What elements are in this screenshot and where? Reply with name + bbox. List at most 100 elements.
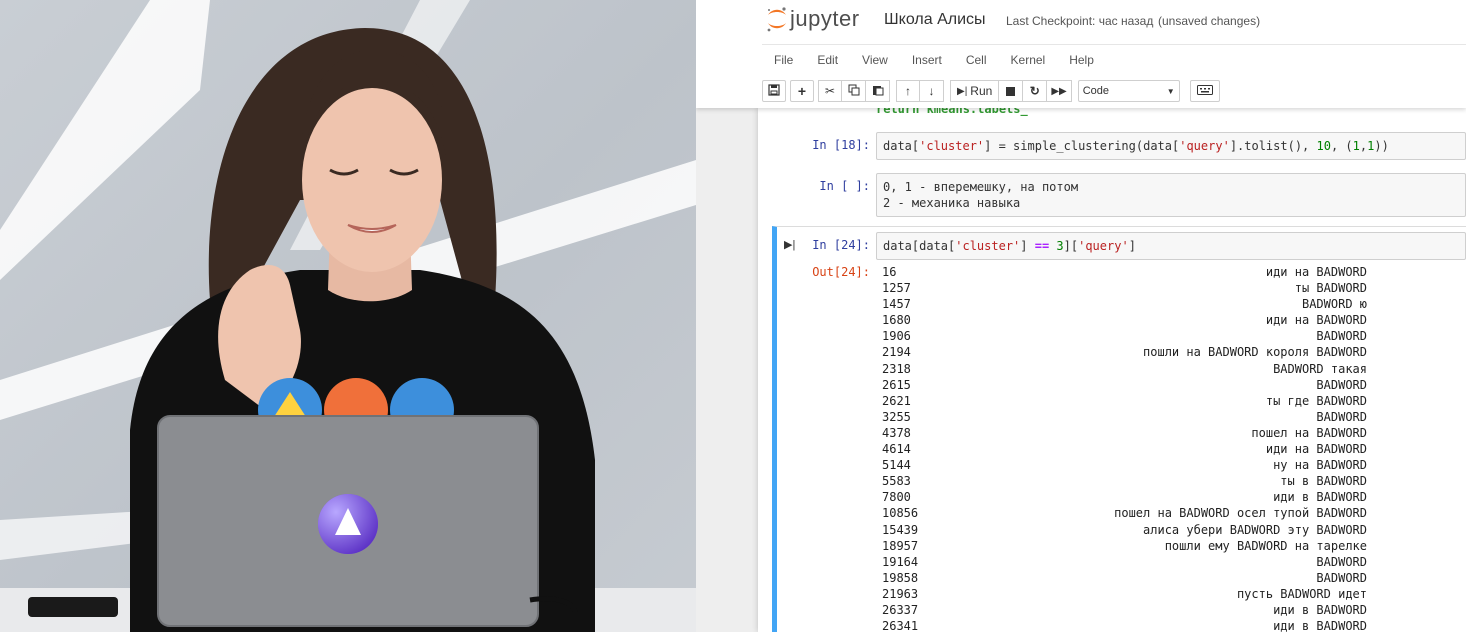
row-query: BADWORD	[1316, 409, 1367, 424]
row-index: 7800	[882, 490, 911, 505]
row-index: 21963	[882, 586, 919, 601]
jupyter-logo-icon	[766, 5, 788, 33]
row-query: пошел на BADWORD осел тупой BADWORD	[1114, 506, 1367, 521]
interrupt-kernel-button[interactable]	[999, 80, 1024, 102]
cut-button[interactable]: ✂	[818, 80, 842, 102]
copy-button[interactable]	[842, 80, 866, 102]
row-index: 26337	[882, 602, 919, 617]
output-row: 10856 пошел на BADWORD осел тупой BADWORD	[882, 505, 1367, 521]
row-query: ну на BADWORD	[1273, 458, 1367, 473]
arrow-up-icon: ↑	[905, 84, 911, 98]
menu-help[interactable]: Help	[1057, 45, 1106, 75]
output-row: 4614 иди на BADWORD	[882, 441, 1367, 457]
menu-edit[interactable]: Edit	[805, 45, 850, 75]
code-line: 2 - механика навыка	[883, 196, 1021, 210]
move-up-button[interactable]: ↑	[896, 80, 920, 102]
jupyter-logo[interactable]: jupyter	[766, 5, 860, 33]
output-row: 15439 алиса убери BADWORD эту BADWORD	[882, 522, 1367, 538]
edit-button-group: ✂	[818, 80, 890, 102]
row-query: BADWORD такая	[1273, 361, 1367, 376]
move-down-button[interactable]: ↓	[920, 80, 944, 102]
move-button-group: ↑ ↓	[896, 80, 944, 102]
insert-cell-button[interactable]: +	[790, 80, 814, 102]
output-row: 1680 иди на BADWORD	[882, 312, 1367, 328]
output-row: 19164 BADWORD	[882, 554, 1367, 570]
row-query: ты где BADWORD	[1265, 393, 1367, 408]
menu-view[interactable]: View	[850, 45, 900, 75]
code-input[interactable]: data['cluster'] = simple_clustering(data…	[876, 132, 1466, 160]
jupyter-notebook: jupyter Школа Алисы Last Checkpoint: час…	[696, 0, 1466, 632]
presenter-scene	[0, 0, 696, 632]
menu-file[interactable]: File	[762, 45, 805, 75]
video-frame	[0, 0, 696, 632]
jupyter-logo-text: jupyter	[790, 6, 860, 31]
input-prompt: In [24]:	[812, 238, 870, 252]
row-query: BADWORD	[1316, 554, 1367, 569]
row-index: 18957	[882, 538, 919, 553]
row-query: иди на BADWORD	[1265, 313, 1367, 328]
row-index: 19164	[882, 554, 919, 569]
caret-down-icon: ▼	[1166, 86, 1175, 96]
output-row: 26341 иди в BADWORD	[882, 618, 1367, 632]
row-index: 1457	[882, 297, 911, 312]
cell-output: 16 иди на BADWORD 1257 ты BADWORD 1457 BADWOR…	[882, 264, 1367, 632]
row-query: иди в BADWORD	[1273, 602, 1367, 617]
menu-cell[interactable]: Cell	[954, 45, 999, 75]
row-index: 5144	[882, 458, 911, 473]
output-row: 4378 пошел на BADWORD	[882, 425, 1367, 441]
arrow-down-icon: ↓	[928, 84, 935, 98]
run-button[interactable]: ▶| Run	[950, 80, 1000, 102]
output-row: 1457 BADWORD ю	[882, 296, 1367, 312]
row-query: иди на BADWORD	[1265, 265, 1367, 279]
output-row: 1257 ты BADWORD	[882, 280, 1367, 296]
row-index: 26341	[882, 619, 919, 632]
output-row: 2194 пошли на BADWORD короля BADWORD	[882, 344, 1367, 360]
row-query: пусть BADWORD идет	[1236, 586, 1367, 601]
input-prompt: In [18]:	[812, 138, 870, 152]
run-label: Run	[970, 84, 993, 98]
output-row: 2615 BADWORD	[882, 377, 1367, 393]
code-line: 0, 1 - вперемешку, на потом	[883, 180, 1079, 194]
row-index: 2318	[882, 361, 911, 376]
output-row: 5144 ну на BADWORD	[882, 457, 1367, 473]
cell-type-select[interactable]: Code ▼	[1077, 80, 1180, 102]
row-index: 4378	[882, 425, 911, 440]
unsaved-changes-indicator: (unsaved changes)	[1158, 14, 1261, 28]
row-index: 5583	[882, 474, 911, 489]
row-query: ты в BADWORD	[1280, 474, 1367, 489]
output-row: 19858 BADWORD	[882, 570, 1367, 586]
restart-run-all-button[interactable]: ▶▶	[1047, 80, 1072, 102]
output-row: 1906 BADWORD	[882, 328, 1367, 344]
row-query: BADWORD ю	[1301, 297, 1367, 312]
fast-forward-icon: ▶▶	[1051, 85, 1067, 97]
code-input[interactable]: data[data['cluster'] == 3]['query']	[876, 232, 1466, 260]
notebook-container: return kmeans.labels_ In [18]: data['clu…	[758, 102, 1466, 632]
last-checkpoint: Last Checkpoint: час назад	[1006, 14, 1154, 28]
menu-kernel[interactable]: Kernel	[999, 45, 1058, 75]
notebook-title[interactable]: Школа Алисы	[884, 11, 986, 29]
output-row: 2318 BADWORD такая	[882, 361, 1367, 377]
scissors-icon: ✂	[824, 84, 836, 98]
code-input[interactable]: 0, 1 - вперемешку, на потом 2 - механика…	[876, 173, 1466, 217]
row-index: 3255	[882, 409, 911, 424]
plus-icon: +	[797, 83, 807, 99]
cell-type-value: Code	[1082, 85, 1109, 97]
restart-kernel-button[interactable]: ↻	[1023, 80, 1048, 102]
row-index: 1906	[882, 329, 911, 344]
copy-icon	[848, 84, 860, 99]
restart-icon: ↻	[1029, 84, 1040, 98]
row-query: ты BADWORD	[1294, 281, 1367, 296]
menu-insert[interactable]: Insert	[900, 45, 954, 75]
row-query: пошли ему BADWORD на тарелке	[1164, 538, 1367, 553]
input-prompt: In [ ]:	[819, 179, 870, 193]
row-index: 2615	[882, 377, 911, 392]
row-index: 1257	[882, 281, 911, 296]
output-row: 5583 ты в BADWORD	[882, 473, 1367, 489]
row-index: 15439	[882, 522, 919, 537]
row-index: 19858	[882, 570, 919, 585]
command-palette-button[interactable]	[1189, 80, 1220, 102]
output-row: 18957 пошли ему BADWORD на тарелке	[882, 538, 1367, 554]
save-button[interactable]	[762, 80, 786, 102]
toolbar: + ✂ ↑ ↓ ▶| Run ↻ ▶▶ Code ▼	[762, 78, 1224, 104]
paste-button[interactable]	[866, 80, 890, 102]
